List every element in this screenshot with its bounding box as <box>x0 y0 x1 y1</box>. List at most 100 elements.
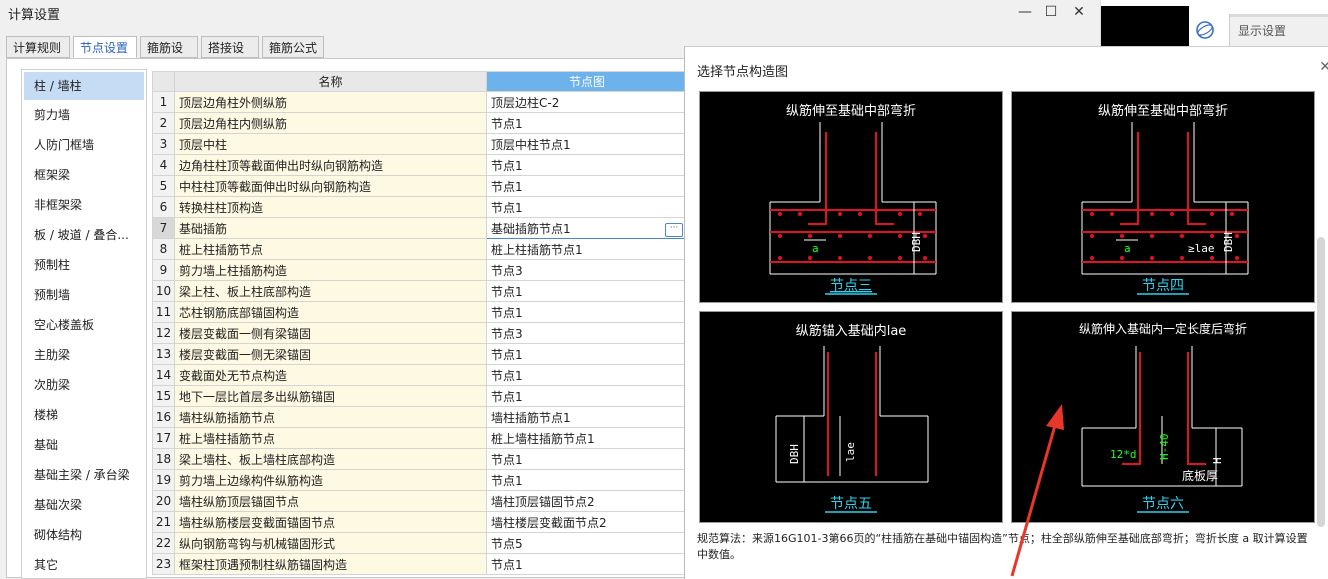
table-row: 20 墙柱纵筋顶层锚固节点 墙柱顶层锚固节点2 <box>152 490 687 512</box>
list-item[interactable]: 框架梁 <box>22 160 146 190</box>
list-item[interactable]: 砌体结构 <box>22 520 146 550</box>
list-item[interactable]: 楼梯 <box>22 400 146 430</box>
row-index: 3 <box>152 133 175 155</box>
row-node-value[interactable]: 节点5 <box>486 532 687 554</box>
list-item[interactable]: 基础 <box>22 430 146 460</box>
row-node-value[interactable]: 桩上柱插筋节点1 <box>486 238 687 260</box>
row-name[interactable]: 墙柱纵筋插筋节点 <box>174 406 487 428</box>
row-node-value[interactable]: 节点1 <box>486 112 687 134</box>
tab-node-settings[interactable]: 节点设置 <box>73 36 137 58</box>
row-name[interactable]: 梁上墙柱、板上墙柱底部构造 <box>174 448 487 470</box>
list-item[interactable]: 空心楼盖板 <box>22 310 146 340</box>
table-row: 3 顶层中柱 顶层中柱节点1 <box>152 133 687 155</box>
row-name[interactable]: 顶层边角柱外侧纵筋 <box>174 91 487 113</box>
row-node-value[interactable]: 节点1 <box>486 280 687 302</box>
row-node-value[interactable]: 节点3 <box>486 259 687 281</box>
dim-h-label: H <box>1211 457 1224 464</box>
header-name: 名称 <box>174 71 487 92</box>
row-node-value[interactable]: 节点1 <box>486 385 687 407</box>
bottom-thickness-label: 底板厚 <box>1182 468 1218 483</box>
row-node-value[interactable]: 节点1 <box>486 343 687 365</box>
list-item[interactable]: 板 / 坡道 / 叠合... <box>22 220 146 250</box>
row-name[interactable]: 墙柱纵筋楼层变截面锚固节点 <box>174 511 487 533</box>
header-index <box>152 71 175 92</box>
diagram-panel-node3[interactable]: 纵筋伸至基础中部弯折 a DBH 节点三 <box>699 91 1003 303</box>
row-node-value[interactable]: 节点1 <box>486 469 687 491</box>
minimize-button[interactable]: — <box>1014 2 1036 22</box>
row-name[interactable]: 梁上柱、板上柱底部构造 <box>174 280 487 302</box>
panel-caption: 节点三 <box>830 278 872 294</box>
row-name[interactable]: 边角柱柱顶等截面伸出时纵向钢筋构造 <box>174 154 487 176</box>
list-item[interactable]: 基础次梁 <box>22 490 146 520</box>
dialog-close-icon[interactable]: ✕ <box>1319 59 1328 75</box>
list-item[interactable]: 剪力墙 <box>22 100 146 130</box>
list-item[interactable]: 其它 <box>22 550 146 578</box>
table-row: 21 墙柱纵筋楼层变截面锚固节点 墙柱楼层变截面节点2 <box>152 511 687 533</box>
row-name[interactable]: 芯柱钢筋底部锚固构造 <box>174 301 487 323</box>
row-name[interactable]: 顶层中柱 <box>174 133 487 155</box>
row-index: 15 <box>152 385 175 407</box>
list-item[interactable]: 主肋梁 <box>22 340 146 370</box>
row-node-value[interactable]: 节点1 <box>486 301 687 323</box>
tab-lap-settings[interactable]: 搭接设置 <box>201 36 259 77</box>
list-item[interactable]: 预制柱 <box>22 250 146 280</box>
panel-caption: 节点六 <box>1142 496 1184 512</box>
tab-stirrup-formula[interactable]: 箍筋公式 <box>262 36 324 58</box>
row-index: 20 <box>152 490 175 512</box>
row-node-value[interactable]: 节点3 <box>486 322 687 344</box>
row-name[interactable]: 楼层变截面一侧无梁锚固 <box>174 343 487 365</box>
row-node-value[interactable]: 节点1 <box>486 364 687 386</box>
row-name[interactable]: 剪力墙上边缘构件纵筋构造 <box>174 469 487 491</box>
dialog-scrollbar[interactable] <box>1317 237 1325 527</box>
diagram-panel-node4[interactable]: 纵筋伸至基础中部弯折 a ≥lae DBH 节点四 <box>1011 91 1315 303</box>
row-name[interactable]: 基础插筋 <box>174 217 487 239</box>
row-name[interactable]: 变截面处无节点构造 <box>174 364 487 386</box>
red-arrow-annotation <box>1010 404 1064 577</box>
row-node-value[interactable]: 基础插筋节点1 <box>491 222 571 236</box>
row-name[interactable]: 地下一层比首层多出纵筋锚固 <box>174 385 487 407</box>
list-item[interactable]: 次肋梁 <box>22 370 146 400</box>
display-settings-tab[interactable]: 显示设置 <box>1229 14 1328 46</box>
panel-caption: 节点五 <box>830 496 872 512</box>
table-row: 22 纵向钢筋弯钩与机械锚固形式 节点5 <box>152 532 687 554</box>
row-name[interactable]: 纵向钢筋弯钩与机械锚固形式 <box>174 532 487 554</box>
row-node-value[interactable]: 墙柱楼层变截面节点2 <box>486 511 687 533</box>
tab-stirrup-settings[interactable]: 箍筋设置 <box>140 36 198 77</box>
row-index: 10 <box>152 280 175 302</box>
tab-calc-rules[interactable]: 计算规则 <box>6 36 70 58</box>
row-name[interactable]: 转换柱柱顶构造 <box>174 196 487 218</box>
row-index: 22 <box>152 532 175 554</box>
row-name[interactable]: 墙柱纵筋顶层锚固节点 <box>174 490 487 512</box>
row-node-value[interactable]: 墙柱顶层锚固节点2 <box>486 490 687 512</box>
row-node-value[interactable]: 顶层中柱节点1 <box>486 133 687 155</box>
globe-icon[interactable] <box>1195 20 1215 40</box>
row-name[interactable]: 楼层变截面一侧有梁锚固 <box>174 322 487 344</box>
row-name[interactable]: 框架柱顶遇预制柱纵筋锚固构造 <box>174 553 487 575</box>
row-node-value-editing[interactable]: 基础插筋节点1 ··· <box>486 217 687 239</box>
row-name[interactable]: 桩上墙柱插筋节点 <box>174 427 487 449</box>
row-node-value[interactable]: 桩上墙柱插筋节点1 <box>486 427 687 449</box>
more-options-icon[interactable]: ··· <box>665 222 683 237</box>
list-item[interactable]: 非框架梁 <box>22 190 146 220</box>
row-name[interactable]: 中柱柱顶等截面伸出时纵向钢筋构造 <box>174 175 487 197</box>
close-button[interactable]: ✕ <box>1068 2 1090 22</box>
row-node-value[interactable]: 节点1 <box>486 196 687 218</box>
list-item[interactable]: 人防门框墙 <box>22 130 146 160</box>
row-node-value[interactable]: 节点1 <box>486 175 687 197</box>
row-node-value[interactable]: 顶层边柱C-2 <box>486 91 687 113</box>
list-item[interactable]: 预制墙 <box>22 280 146 310</box>
row-name[interactable]: 剪力墙上柱插筋构造 <box>174 259 487 281</box>
row-node-value[interactable]: 墙柱插筋节点1 <box>486 406 687 428</box>
row-name[interactable]: 桩上柱插筋节点 <box>174 238 487 260</box>
maximize-button[interactable]: ☐ <box>1040 2 1062 22</box>
diagram-panel-node5[interactable]: 纵筋锚入基础内lae DBH lae 节点五 <box>699 311 1003 523</box>
table-row: 13 楼层变截面一侧无梁锚固 节点1 <box>152 343 687 365</box>
dim-lae-label: ≥lae <box>1188 242 1215 255</box>
list-item[interactable]: 基础主梁 / 承台梁 <box>22 460 146 490</box>
row-node-value[interactable]: 节点1 <box>486 448 687 470</box>
dim-dbh-label: DBH <box>910 232 923 252</box>
row-node-value[interactable]: 节点1 <box>486 553 687 575</box>
row-name[interactable]: 顶层边角柱内侧纵筋 <box>174 112 487 134</box>
row-node-value[interactable]: 节点1 <box>486 154 687 176</box>
list-item[interactable]: 柱 / 墙柱 <box>24 72 144 100</box>
